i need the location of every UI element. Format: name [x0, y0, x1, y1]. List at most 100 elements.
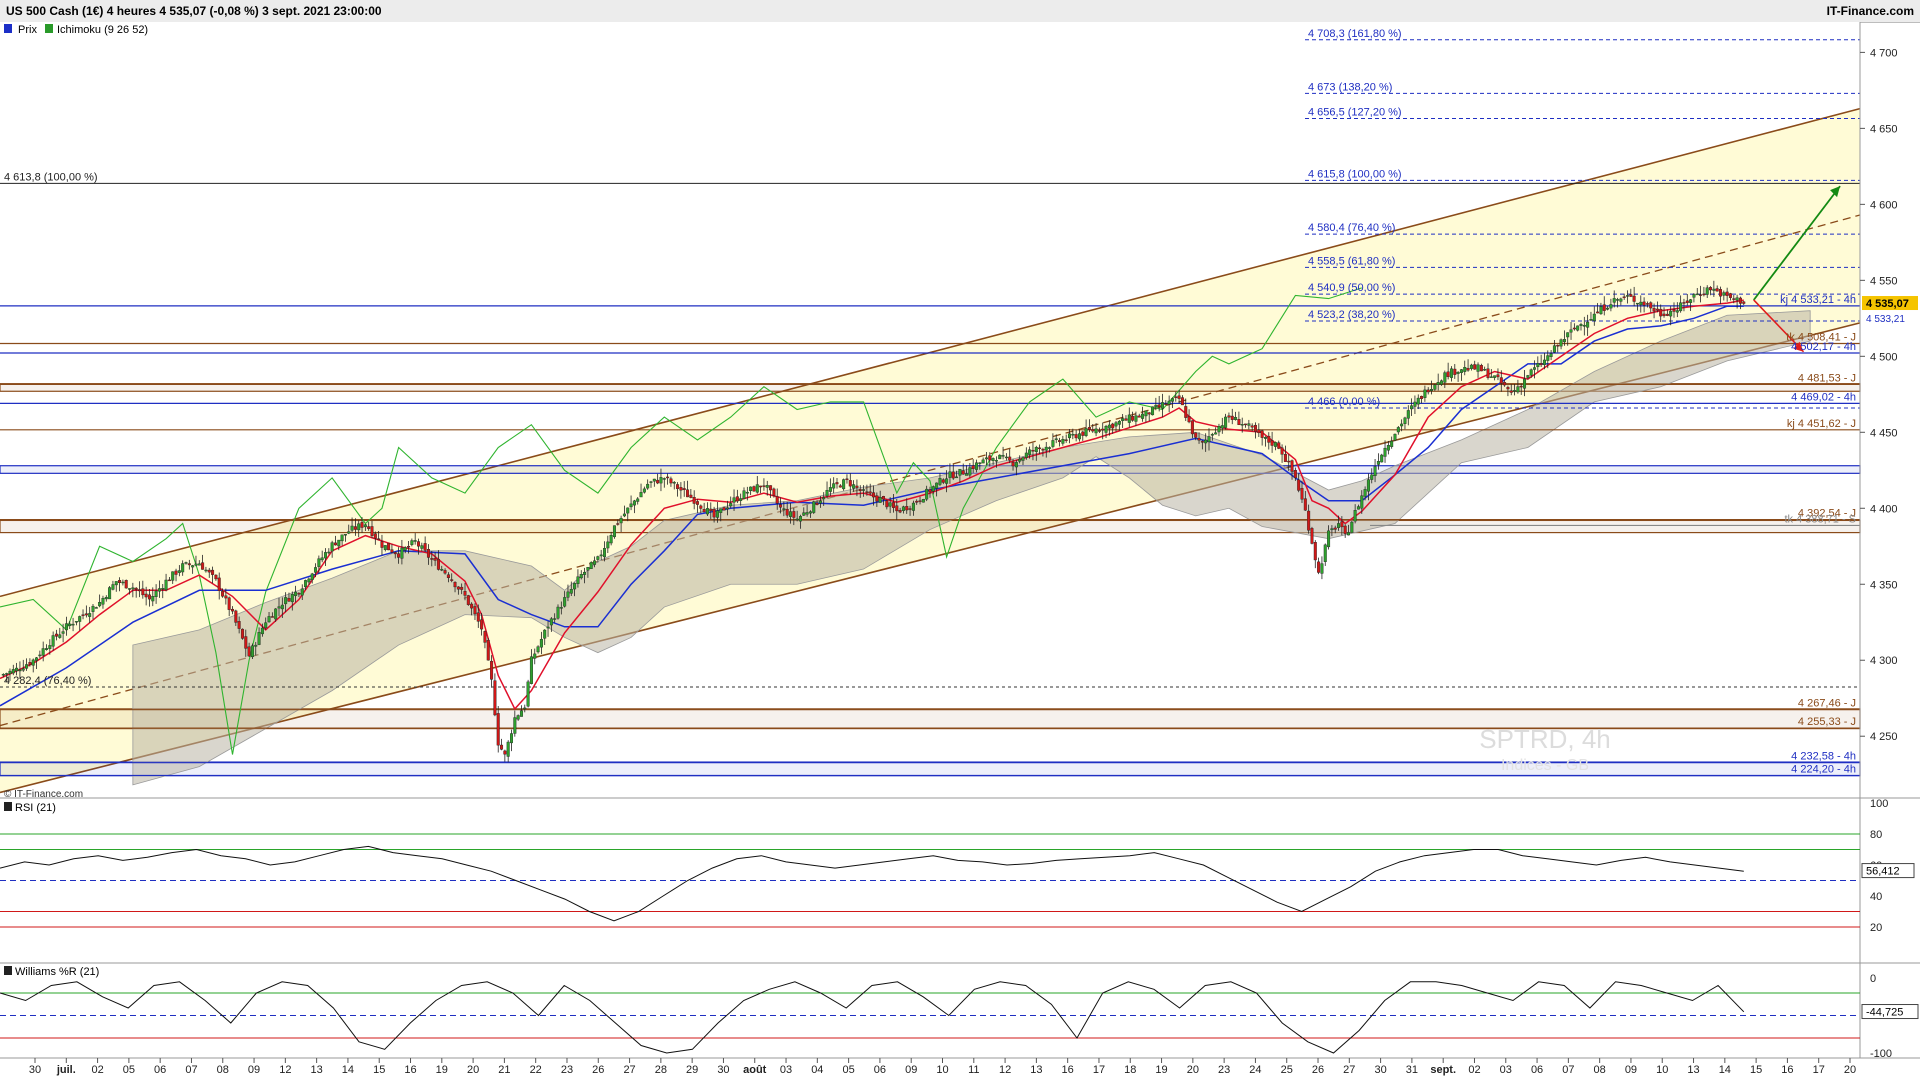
- candle-body: [1303, 498, 1307, 511]
- candle-body: [948, 471, 952, 478]
- candle-body: [1024, 452, 1028, 458]
- candle-body: [446, 574, 450, 579]
- candle-body: [1337, 523, 1341, 528]
- candle-body: [274, 608, 278, 620]
- candle-body: [622, 513, 626, 517]
- candle-body: [945, 478, 949, 484]
- x-tick-label: 15: [373, 1064, 385, 1076]
- candle-body: [848, 480, 852, 487]
- legend-ichimoku[interactable]: Ichimoku (9 26 52): [57, 24, 148, 36]
- candle-body: [373, 533, 377, 539]
- candle-body: [546, 626, 550, 629]
- candle-body: [1446, 371, 1450, 378]
- x-tick-label: 08: [217, 1064, 229, 1076]
- candle-body: [553, 618, 557, 620]
- candle-body: [1290, 460, 1294, 472]
- x-tick-label: 14: [342, 1064, 354, 1076]
- candle-body: [118, 580, 122, 584]
- candle-body: [822, 497, 826, 500]
- x-tick-label: 17: [1813, 1064, 1825, 1076]
- candle-body: [1353, 510, 1357, 522]
- level-label: 4 502,17 - 4h: [1791, 341, 1856, 353]
- candle-body: [885, 500, 889, 508]
- level-label: 4 232,58 - 4h: [1791, 751, 1856, 763]
- candle-body: [1094, 428, 1098, 434]
- candle-body: [672, 482, 676, 484]
- candle-body: [872, 492, 876, 498]
- candle-body: [1370, 474, 1374, 480]
- candle-body: [177, 570, 181, 573]
- fib-label: 4 558,5 (61,80 %): [1308, 255, 1395, 267]
- candle-body: [928, 489, 932, 493]
- candle-body: [1117, 420, 1121, 425]
- candle-body: [1114, 422, 1118, 427]
- candle-body: [931, 486, 935, 492]
- watermark-market: Indices - GB: [1501, 757, 1589, 774]
- candle-body: [1659, 308, 1663, 317]
- candle-body: [187, 563, 191, 566]
- candle-body: [1263, 436, 1267, 439]
- candle-body: [1310, 528, 1314, 544]
- candle-body: [1180, 397, 1184, 406]
- candle-body: [699, 505, 703, 509]
- candle-body: [436, 558, 440, 570]
- candle-body: [390, 549, 394, 553]
- candle-body: [1426, 389, 1430, 393]
- candle-body: [137, 589, 141, 592]
- candle-body: [918, 500, 922, 502]
- candle-body: [579, 574, 583, 579]
- candle-body: [1459, 369, 1463, 373]
- candle-body: [1542, 359, 1546, 365]
- candle-body: [1536, 363, 1540, 368]
- legend[interactable]: Prix Ichimoku (9 26 52): [4, 24, 148, 36]
- candle-body: [1101, 428, 1105, 431]
- x-tick-label: 06: [1531, 1064, 1543, 1076]
- x-tick-label: 18: [1124, 1064, 1136, 1076]
- rsi-title[interactable]: RSI (21): [15, 802, 56, 814]
- candle-body: [1297, 479, 1301, 491]
- candle-body: [387, 542, 391, 551]
- candle-body: [1449, 368, 1453, 378]
- candle-body: [68, 623, 72, 626]
- x-tick-label: 16: [404, 1064, 416, 1076]
- candle-body: [443, 570, 447, 574]
- candle-body: [593, 560, 597, 565]
- candle-body: [1466, 368, 1470, 371]
- candle-body: [1506, 387, 1510, 390]
- candle-body: [725, 507, 729, 510]
- williams-value-label: -44,725: [1866, 1007, 1903, 1019]
- candle-body: [805, 512, 809, 515]
- candle-body: [211, 569, 215, 575]
- candle-body: [835, 482, 839, 485]
- candle-body: [360, 522, 364, 528]
- candle-body: [466, 595, 470, 605]
- x-tick-label: 30: [717, 1064, 729, 1076]
- candle-body: [1134, 415, 1138, 422]
- candle-body: [1546, 355, 1550, 361]
- candle-body: [722, 507, 726, 511]
- williams-title[interactable]: Williams %R (21): [15, 966, 99, 978]
- candle-body: [689, 494, 693, 498]
- x-tick-label: 25: [1281, 1064, 1293, 1076]
- candle-body: [300, 588, 304, 596]
- candle-body: [998, 454, 1002, 460]
- candle-body: [171, 571, 175, 581]
- candle-body: [659, 477, 663, 484]
- candle-body: [383, 545, 387, 550]
- x-tick-label: 27: [1343, 1064, 1355, 1076]
- candle-body: [606, 541, 610, 549]
- candle-body: [333, 542, 337, 546]
- x-tick-label: août: [743, 1064, 767, 1076]
- level-label: 4 255,33 - J: [1798, 716, 1856, 728]
- candle-body: [473, 606, 477, 615]
- candle-body: [1154, 404, 1158, 408]
- candle-body: [280, 604, 284, 610]
- x-tick-label: sept.: [1430, 1064, 1456, 1076]
- candle-body: [559, 607, 563, 609]
- candle-body: [569, 589, 573, 594]
- candle-body: [779, 504, 783, 508]
- candle-body: [267, 616, 271, 623]
- candle-body: [1556, 345, 1560, 347]
- legend-prix[interactable]: Prix: [18, 24, 37, 36]
- rsi-y-label: 100: [1870, 798, 1888, 810]
